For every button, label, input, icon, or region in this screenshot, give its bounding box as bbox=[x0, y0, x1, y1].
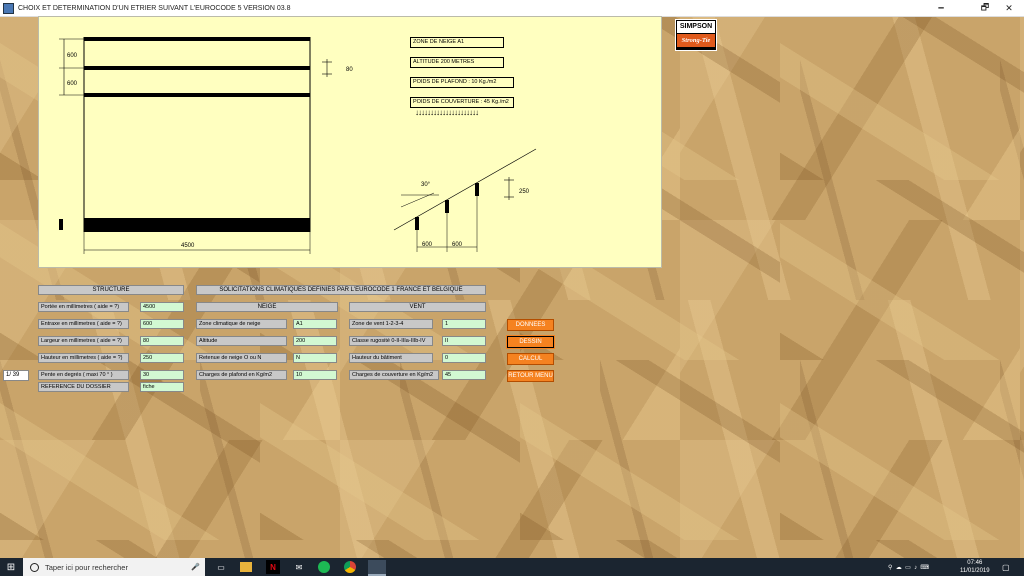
record-counter: 1/ 39 bbox=[3, 370, 29, 381]
active-app-icon[interactable] bbox=[368, 560, 386, 576]
reference-input[interactable]: fiche bbox=[140, 382, 184, 392]
logo-bottom: Strong-Tie bbox=[677, 34, 715, 47]
window-title: CHOIX ET DETERMINATION D'UN ETRIER SUIVA… bbox=[18, 4, 291, 12]
vent-label-zone: Zone de vent 1-2-3-4 bbox=[349, 319, 433, 329]
mic-icon[interactable]: 🎤 bbox=[191, 563, 200, 571]
structure-label-largeur: Largeur en millimetres ( aide = ?) bbox=[38, 336, 129, 346]
info-altitude: ALTITUDE 200 METRES bbox=[410, 57, 504, 68]
minimize-button[interactable]: 🗕 bbox=[926, 0, 956, 16]
tray-icons[interactable]: ⚲ ☁ ▭ ♪ ⌨ bbox=[888, 558, 929, 576]
stirrup-2 bbox=[445, 200, 449, 213]
dim-600-a: 600 bbox=[422, 242, 433, 248]
drawing-panel: 600 600 80 4500 30° 600 600 250 ZONE DE … bbox=[38, 16, 662, 268]
stirrup-3 bbox=[475, 183, 479, 196]
joist-middle bbox=[84, 66, 310, 70]
structure-label-entraxe: Entraxe en millimetres ( aide = ?) bbox=[38, 319, 129, 329]
dim-4500-label: 4500 bbox=[181, 243, 195, 249]
dim-600-b: 600 bbox=[452, 242, 463, 248]
joist-bottom bbox=[84, 93, 310, 97]
info-plafond: POIDS DE PLAFOND : 10 Kg./m2 bbox=[410, 77, 514, 88]
vent-label-hauteur: Hauteur du bâtiment bbox=[349, 353, 433, 363]
mail-icon[interactable]: ✉ bbox=[292, 560, 306, 574]
spotify-icon[interactable] bbox=[318, 561, 330, 573]
angle-label: 30° bbox=[421, 182, 431, 188]
vent-label-rugosite: Classe rugosité 0-II-IIIa-IIIb-IV bbox=[349, 336, 433, 346]
hauteur-input[interactable]: 250 bbox=[140, 353, 184, 363]
neige-header: NEIGE bbox=[196, 302, 338, 312]
joist-top bbox=[84, 37, 310, 41]
dim-80-label: 80 bbox=[346, 67, 353, 73]
info-couverture: POIDS DE COUVERTURE : 45 Kg./m2 bbox=[410, 97, 514, 108]
neige-label-altitude: Altitude bbox=[196, 336, 287, 346]
couverture-input[interactable]: 45 bbox=[442, 370, 486, 380]
file-explorer-icon[interactable] bbox=[240, 562, 252, 572]
cortana-icon bbox=[30, 562, 39, 572]
reference-label: REFERENCE DU DOSSIER bbox=[38, 382, 129, 392]
taskbar: ⊞ Taper ici pour rechercher 🎤 ▭ N ✉ ⚲ ☁ … bbox=[0, 558, 1024, 576]
vent-header: VENT bbox=[349, 302, 486, 312]
stirrup-1 bbox=[415, 217, 419, 230]
neige-label-plafond: Charges de plafond en Kg/m2 bbox=[196, 370, 287, 380]
hauteur-batiment-input[interactable]: 0 bbox=[442, 353, 486, 363]
clock-date: 11/01/2019 bbox=[960, 568, 990, 574]
clock[interactable]: 07:46 11/01/2019 bbox=[960, 558, 990, 576]
calcul-button[interactable]: CALCUL bbox=[507, 353, 554, 365]
load-arrows: ↓↓↓↓↓↓↓↓↓↓↓↓↓↓↓↓↓↓↓↓↓ bbox=[415, 108, 479, 117]
task-view-icon[interactable]: ▭ bbox=[214, 560, 228, 574]
pente-input[interactable]: 30 bbox=[140, 370, 184, 380]
dim-250-label: 250 bbox=[519, 189, 530, 195]
beam-drawing: 600 600 80 4500 30° 600 600 250 bbox=[59, 37, 537, 254]
portee-input[interactable]: 4500 bbox=[140, 302, 184, 312]
start-button[interactable]: ⊞ bbox=[0, 558, 22, 576]
dim-600-top: 600 bbox=[67, 53, 78, 59]
retour-menu-button[interactable]: RETOUR MENU bbox=[507, 370, 554, 382]
entraxe-input[interactable]: 600 bbox=[140, 319, 184, 329]
close-button[interactable]: ✕ bbox=[994, 0, 1024, 16]
taskbar-search[interactable]: Taper ici pour rechercher 🎤 bbox=[23, 558, 205, 576]
retenue-input[interactable]: N bbox=[293, 353, 337, 363]
dessin-button[interactable]: DESSIN bbox=[506, 335, 555, 349]
structure-label-pente: Pente en degrés ( maxi 70 ° ) bbox=[38, 370, 129, 380]
chrome-icon[interactable] bbox=[344, 561, 356, 573]
structure-label-portee: Portée en millimetres ( aide = ?) bbox=[38, 302, 129, 312]
clock-time: 07:46 bbox=[967, 560, 983, 566]
title-bar[interactable]: CHOIX ET DETERMINATION D'UN ETRIER SUIVA… bbox=[0, 0, 1024, 17]
vent-zone-input[interactable]: 1 bbox=[442, 319, 486, 329]
info-zone: ZONE DE NEIGE A1 bbox=[410, 37, 504, 48]
beam-section-mark bbox=[59, 219, 63, 230]
altitude-input[interactable]: 200 bbox=[293, 336, 337, 346]
dim-600-bottom: 600 bbox=[67, 81, 78, 87]
neige-zone-input[interactable]: A1 bbox=[293, 319, 337, 329]
netflix-icon[interactable]: N bbox=[266, 560, 280, 574]
solicitations-header: SOLICITATIONS CLIMATIQUES DEFINIES PAR L… bbox=[196, 285, 486, 295]
donnees-button[interactable]: DONNEES bbox=[507, 319, 554, 331]
notifications-icon[interactable]: ▢ bbox=[1002, 558, 1010, 576]
rugosite-input[interactable]: II bbox=[442, 336, 486, 346]
main-beam bbox=[84, 218, 310, 232]
structure-header: STRUCTURE bbox=[38, 285, 184, 295]
app-icon bbox=[3, 2, 14, 14]
logo-top: SIMPSON bbox=[677, 21, 715, 33]
neige-label-zone: Zone climatique de neige bbox=[196, 319, 287, 329]
vent-label-couverture: Charges de couverture en Kg/m2 bbox=[349, 370, 439, 380]
search-placeholder: Taper ici pour rechercher bbox=[45, 562, 128, 572]
plafond-input[interactable]: 10 bbox=[293, 370, 337, 380]
simpson-logo: SIMPSON Strong-Tie bbox=[675, 19, 717, 51]
largeur-input[interactable]: 80 bbox=[140, 336, 184, 346]
neige-label-retenue: Retenue de neige O ou N bbox=[196, 353, 287, 363]
structure-label-hauteur: Hauteur en millimetres ( aide = ?) bbox=[38, 353, 129, 363]
